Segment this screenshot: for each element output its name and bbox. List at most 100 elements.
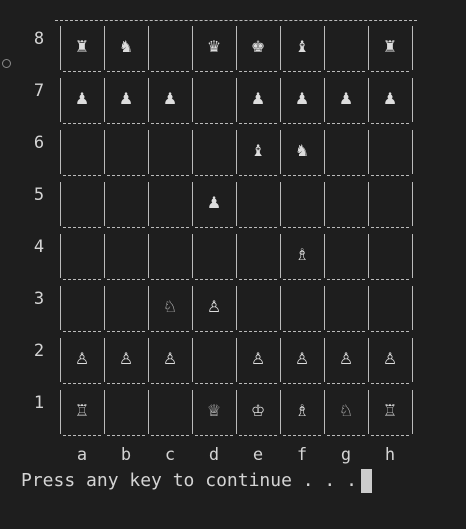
square-left-border [60,130,61,174]
square-left-border [104,182,105,226]
continue-prompt[interactable]: Press any key to continue . . . [21,469,372,493]
square-left-border [60,338,61,382]
terminal-window: 8 7 6 5 4 3 2 1 ♜ ♞ ♛ ♚ ♝ ♜ ♟ ♟ ♟ ♟ ♟ ♟ ♟ ♝ ♞ ♟ ♗ ♘ ♙ ♙ ♙ ♙ ♙ ♙ ♙ ♙ ♖ ♕ ♔ ♗ ♘… [0,0,466,529]
file-label-h: h [384,445,396,465]
terminal-cursor [360,469,372,493]
board-square-h2: ♙ [368,332,412,384]
board-square-d3: ♙ [192,280,236,332]
black-bishop-icon: ♝ [250,141,266,160]
board-square-f6: ♞ [280,124,324,176]
square-left-border [236,286,237,330]
square-bottom-border [283,435,321,436]
square-left-border [324,286,325,330]
square-left-border [104,286,105,330]
board-square-h7: ♟ [368,72,412,124]
board-square-c3: ♘ [148,280,192,332]
white-pawn-icon: ♙ [118,349,134,368]
square-left-border [60,78,61,122]
file-label-c: c [164,445,176,465]
board-square-c1 [148,384,192,436]
square-bottom-border [63,435,101,436]
board-square-c4 [148,228,192,280]
white-queen-icon: ♕ [206,401,222,420]
file-label-g: g [340,445,352,465]
square-left-border [192,182,193,226]
square-left-border [280,78,281,122]
board-right-border [412,338,413,382]
board-square-g3 [324,280,368,332]
board-right-border [412,130,413,174]
board-square-b5 [104,176,148,228]
board-square-d6 [192,124,236,176]
white-rook-icon: ♖ [382,401,398,420]
board-right-border [412,390,413,434]
board-square-c2: ♙ [148,332,192,384]
board-square-a8: ♜ [60,20,104,72]
board-square-g6 [324,124,368,176]
square-left-border [280,286,281,330]
board-square-e3 [236,280,280,332]
black-pawn-icon: ♟ [338,89,354,108]
square-left-border [368,78,369,122]
square-left-border [236,338,237,382]
board-right-border [412,182,413,226]
black-bishop-icon: ♝ [294,37,310,56]
square-left-border [192,78,193,122]
square-left-border [368,390,369,434]
square-left-border [148,182,149,226]
board-square-f4: ♗ [280,228,324,280]
file-label-d: d [208,445,220,465]
square-left-border [236,78,237,122]
board-square-a2: ♙ [60,332,104,384]
board-right-border [412,26,413,70]
board-square-e6: ♝ [236,124,280,176]
board-square-g5 [324,176,368,228]
board-right-border [412,78,413,122]
board-square-b6 [104,124,148,176]
prompt-text: Press any key to continue . . . [21,470,357,491]
square-bottom-border [151,435,189,436]
square-left-border [324,338,325,382]
rank-label-2: 2 [33,341,45,361]
white-pawn-icon: ♙ [338,349,354,368]
square-left-border [192,26,193,70]
square-left-border [368,286,369,330]
board-square-c8 [148,20,192,72]
square-left-border [148,234,149,278]
square-left-border [280,234,281,278]
square-left-border [148,390,149,434]
board-square-g1: ♘ [324,384,368,436]
rank-label-5: 5 [33,185,45,205]
square-left-border [236,390,237,434]
black-rook-icon: ♜ [74,37,90,56]
white-knight-icon: ♘ [162,297,178,316]
board-square-e2: ♙ [236,332,280,384]
rank-label-7: 7 [33,81,45,101]
file-label-a: a [76,445,88,465]
board-square-h6 [368,124,412,176]
board-square-a6 [60,124,104,176]
white-pawn-icon: ♙ [206,297,222,316]
board-square-d7 [192,72,236,124]
square-left-border [368,234,369,278]
board-square-a5 [60,176,104,228]
square-left-border [236,130,237,174]
board-square-g7: ♟ [324,72,368,124]
square-left-border [280,390,281,434]
white-pawn-icon: ♙ [294,349,310,368]
board-square-g2: ♙ [324,332,368,384]
rank-label-8: 8 [33,29,45,49]
board-square-h4 [368,228,412,280]
square-left-border [148,26,149,70]
board-square-h8: ♜ [368,20,412,72]
square-left-border [104,130,105,174]
square-left-border [236,182,237,226]
board-square-c7: ♟ [148,72,192,124]
square-left-border [60,182,61,226]
square-left-border [104,234,105,278]
square-left-border [324,78,325,122]
square-bottom-border [327,435,365,436]
square-left-border [280,130,281,174]
square-left-border [60,286,61,330]
board-square-f5 [280,176,324,228]
